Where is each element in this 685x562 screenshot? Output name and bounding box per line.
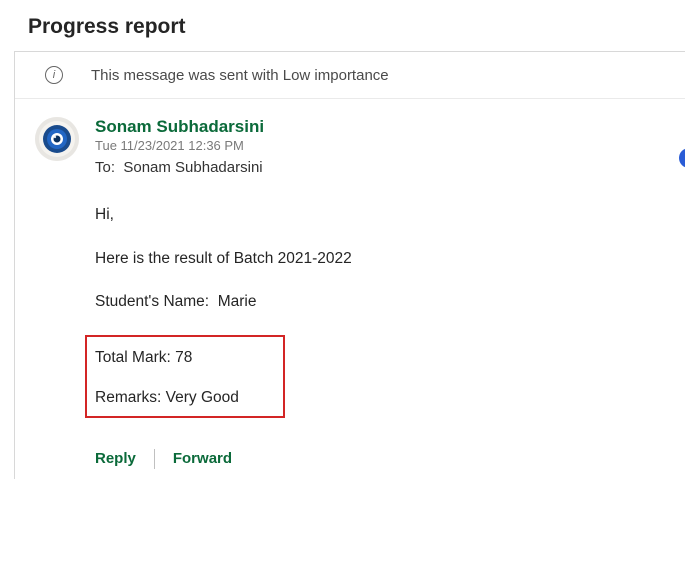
intro-line: Here is the result of Batch 2021-2022 [95, 248, 675, 270]
student-value: Marie [218, 293, 257, 310]
reply-button[interactable]: Reply [95, 448, 136, 469]
total-label: Total Mark: [95, 349, 171, 366]
email-actions: Reply Forward [95, 448, 675, 469]
greeting: Hi, [95, 204, 675, 226]
info-text: This message was sent with Low importanc… [91, 67, 389, 84]
to-recipient: Sonam Subhadarsini [123, 159, 262, 176]
total-line: Total Mark: 78 [95, 347, 273, 369]
email-body: Sonam Subhadarsini Tue 11/23/2021 12:36 … [15, 99, 685, 479]
to-label: To: [95, 159, 115, 176]
total-value: 78 [175, 349, 192, 366]
remarks-label: Remarks: [95, 389, 161, 406]
remarks-line: Remarks: Very Good [95, 387, 273, 409]
page-title: Progress report [0, 0, 685, 51]
student-label: Student's Name: [95, 293, 209, 310]
message-body: Hi, Here is the result of Batch 2021-202… [95, 204, 675, 469]
side-indicator-icon [675, 148, 685, 168]
info-icon: i [45, 66, 63, 84]
action-divider [154, 449, 155, 469]
timestamp: Tue 11/23/2021 12:36 PM [95, 138, 675, 153]
student-line: Student's Name: Marie [95, 291, 675, 313]
email-card: i This message was sent with Low importa… [14, 51, 685, 479]
email-content: Sonam Subhadarsini Tue 11/23/2021 12:36 … [95, 117, 675, 469]
remarks-value: Very Good [166, 389, 239, 406]
forward-button[interactable]: Forward [173, 448, 232, 469]
avatar[interactable] [35, 117, 79, 161]
sender-name[interactable]: Sonam Subhadarsini [95, 117, 675, 137]
info-banner: i This message was sent with Low importa… [15, 52, 685, 99]
highlight-box: Total Mark: 78 Remarks: Very Good [85, 335, 285, 418]
to-line: To: Sonam Subhadarsini [95, 159, 675, 176]
